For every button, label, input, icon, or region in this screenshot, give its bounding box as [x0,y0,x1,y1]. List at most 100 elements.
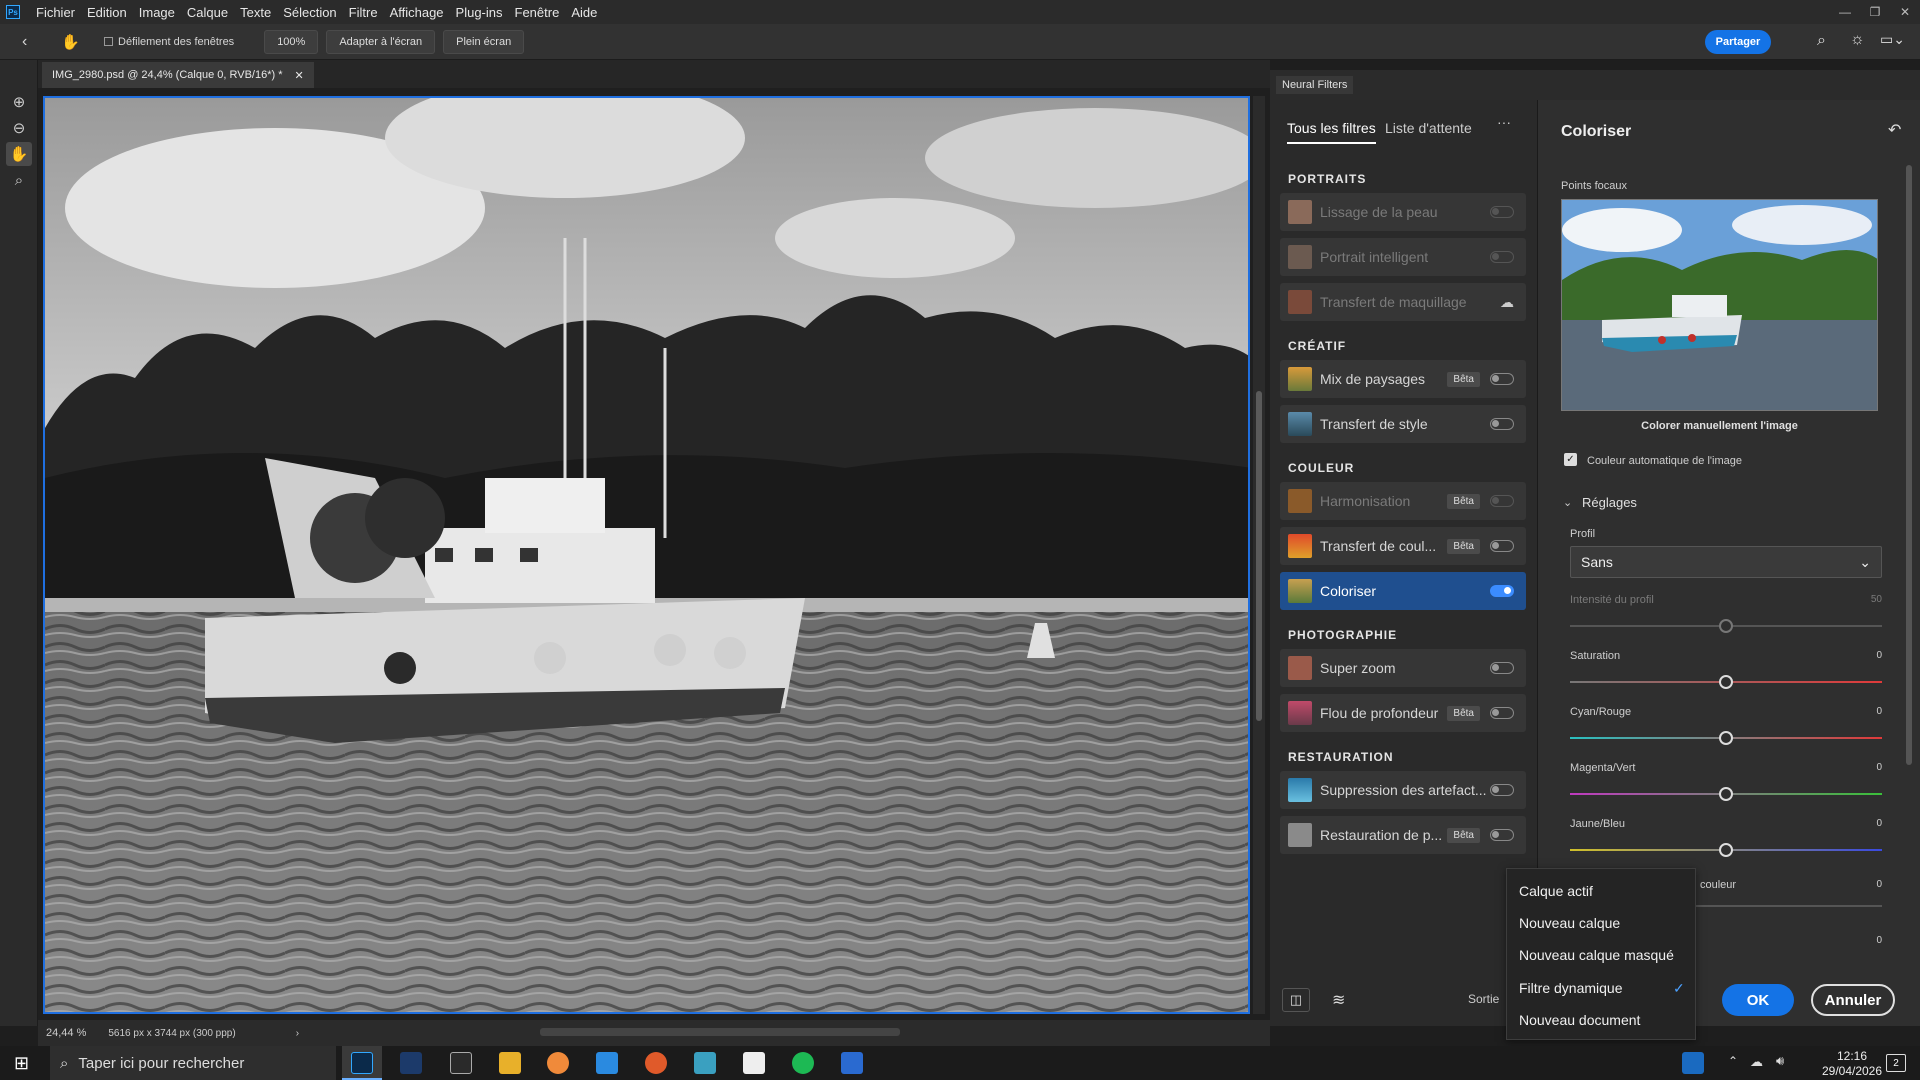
magnifier-icon[interactable]: ⌕ [6,168,32,192]
menu-texte[interactable]: Texte [234,5,277,20]
menu-image[interactable]: Image [133,5,181,20]
restore-icon[interactable]: ❐ [1860,0,1890,24]
hand-icon[interactable]: ✋ [6,142,32,166]
more-options-icon[interactable]: ··· [1497,114,1511,130]
windows-start-icon[interactable]: ⊞ [14,1053,29,1074]
filter-toggle[interactable] [1490,662,1514,674]
word-app-icon[interactable] [841,1052,863,1074]
compare-icon[interactable]: ◫ [1282,988,1310,1012]
filter-toggle[interactable] [1490,585,1514,597]
taskbar-search[interactable]: ⌕ Taper ici pour rechercher [50,1046,336,1080]
filter-transfert-couleur[interactable]: Transfert de coul... Bêta [1280,527,1526,565]
filter-toggle[interactable] [1490,707,1514,719]
firefox-icon[interactable] [645,1052,667,1074]
discover-icon[interactable]: ☼ [1850,31,1865,49]
file-explorer-icon[interactable] [499,1052,521,1074]
spotify-icon[interactable] [792,1052,814,1074]
close-icon[interactable]: ✕ [1890,0,1920,24]
notepad-icon[interactable] [743,1052,765,1074]
filter-toggle[interactable] [1490,829,1514,841]
menu-aide[interactable]: Aide [565,5,603,20]
clock-time[interactable]: 12:16 [1824,1049,1880,1063]
document-image[interactable] [43,96,1250,1014]
filter-mix-paysages[interactable]: Mix de paysages Bêta [1280,360,1526,398]
slider-knob[interactable] [1719,843,1733,857]
fit-screen-button[interactable]: Adapter à l'écran [326,29,436,54]
menu-fichier[interactable]: Fichier [30,5,81,20]
slider-knob[interactable] [1719,675,1733,689]
color-preview-image[interactable] [1561,199,1878,411]
hand-tool-icon[interactable]: ✋ [61,33,80,51]
horizontal-scrollbar[interactable] [540,1028,900,1036]
status-chevron-icon[interactable]: › [296,1028,299,1039]
menu-item-calque-actif[interactable]: Calque actif [1519,883,1593,899]
filter-suppression-artefacts[interactable]: Suppression des artefact... [1280,771,1526,809]
filter-transfert-style[interactable]: Transfert de style [1280,405,1526,443]
workspace-icon[interactable]: ▭⌄ [1880,31,1905,48]
volume-icon[interactable]: 🔊︎ [1776,1053,1784,1069]
manual-color-link[interactable]: Colorer manuellement l'image [1561,420,1878,432]
photoshop-second-taskbar-icon[interactable] [400,1052,422,1074]
menu-item-nouveau-calque[interactable]: Nouveau calque [1519,915,1620,931]
app-blue-icon[interactable] [596,1052,618,1074]
zoom-value[interactable]: 24,44 % [46,1027,86,1039]
filter-toggle[interactable] [1490,206,1514,218]
settings-section-toggle[interactable]: Réglages [1582,495,1637,510]
auto-color-checkbox[interactable]: ✓ [1564,453,1577,466]
ok-button[interactable]: OK [1722,984,1794,1016]
menu-edition[interactable]: Edition [81,5,133,20]
filter-coloriser[interactable]: Coloriser [1280,572,1526,610]
menu-filtre[interactable]: Filtre [343,5,384,20]
filter-restauration-photo[interactable]: Restauration de p... Bêta [1280,816,1526,854]
cancel-button[interactable]: Annuler [1811,984,1895,1016]
profile-select[interactable]: Sans ⌄ [1570,546,1882,578]
fill-screen-button[interactable]: Plein écran [443,29,525,54]
menu-calque[interactable]: Calque [181,5,234,20]
chevron-down-icon[interactable]: ⌄ [1563,496,1572,509]
cloud-download-icon[interactable]: ☁ [1500,294,1514,311]
filter-toggle[interactable] [1490,784,1514,796]
menu-plugins[interactable]: Plug-ins [450,5,509,20]
menu-affichage[interactable]: Affichage [384,5,450,20]
slider-knob[interactable] [1719,731,1733,745]
zoom-100-button[interactable]: 100% [264,29,319,54]
filter-flou-profondeur[interactable]: Flou de profondeur Bêta [1280,694,1526,732]
clock-date[interactable]: 29/04/2026 [1818,1064,1886,1078]
search-icon[interactable]: ⌕ [1817,32,1826,50]
slider-knob[interactable] [1719,787,1733,801]
outlook-icon[interactable] [1682,1052,1704,1074]
filter-toggle[interactable] [1490,373,1514,385]
zoom-out-icon[interactable]: ⊖ [6,116,32,140]
layers-icon[interactable]: ≋ [1332,990,1345,1010]
filter-toggle[interactable] [1490,540,1514,552]
onedrive-icon[interactable]: ☁ [1750,1054,1763,1070]
photos-app-icon[interactable] [694,1052,716,1074]
filter-harmonisation[interactable]: Harmonisation Bêta [1280,482,1526,520]
tab-close-icon[interactable]: ✕ [294,69,303,82]
minimize-icon[interactable]: — [1830,0,1860,24]
back-icon[interactable]: ‹ [22,33,27,51]
filter-toggle[interactable] [1490,418,1514,430]
bridge-taskbar-icon[interactable] [450,1052,472,1074]
menu-item-calque-masque[interactable]: Nouveau calque masqué [1519,947,1674,963]
vertical-scrollbar[interactable] [1253,96,1265,1014]
menu-selection[interactable]: Sélection [277,5,342,20]
slider-knob[interactable] [1719,619,1733,633]
photoshop-taskbar-icon[interactable] [351,1052,373,1074]
zoom-in-icon[interactable]: ⊕ [6,90,32,114]
filter-transfert-maquillage[interactable]: Transfert de maquillage ☁ [1280,283,1526,321]
share-button[interactable]: Partager [1705,30,1771,54]
tab-all-filters[interactable]: Tous les filtres [1287,120,1376,144]
app-orange-icon[interactable] [547,1052,569,1074]
document-tab[interactable]: IMG_2980.psd @ 24,4% (Calque 0, RVB/16*)… [42,62,314,88]
tray-chevron-icon[interactable]: ⌃ [1728,1054,1738,1068]
menu-item-nouveau-document[interactable]: Nouveau document [1519,1012,1640,1028]
filter-portrait-intelligent[interactable]: Portrait intelligent [1280,238,1526,276]
settings-scrollbar[interactable] [1906,165,1912,765]
reset-icon[interactable]: ↶ [1888,120,1901,140]
filter-toggle[interactable] [1490,251,1514,263]
tab-waiting-list[interactable]: Liste d'attente [1385,120,1472,136]
menu-item-filtre-dynamique[interactable]: Filtre dynamique [1519,980,1623,996]
filter-toggle[interactable] [1490,495,1514,507]
filter-super-zoom[interactable]: Super zoom [1280,649,1526,687]
